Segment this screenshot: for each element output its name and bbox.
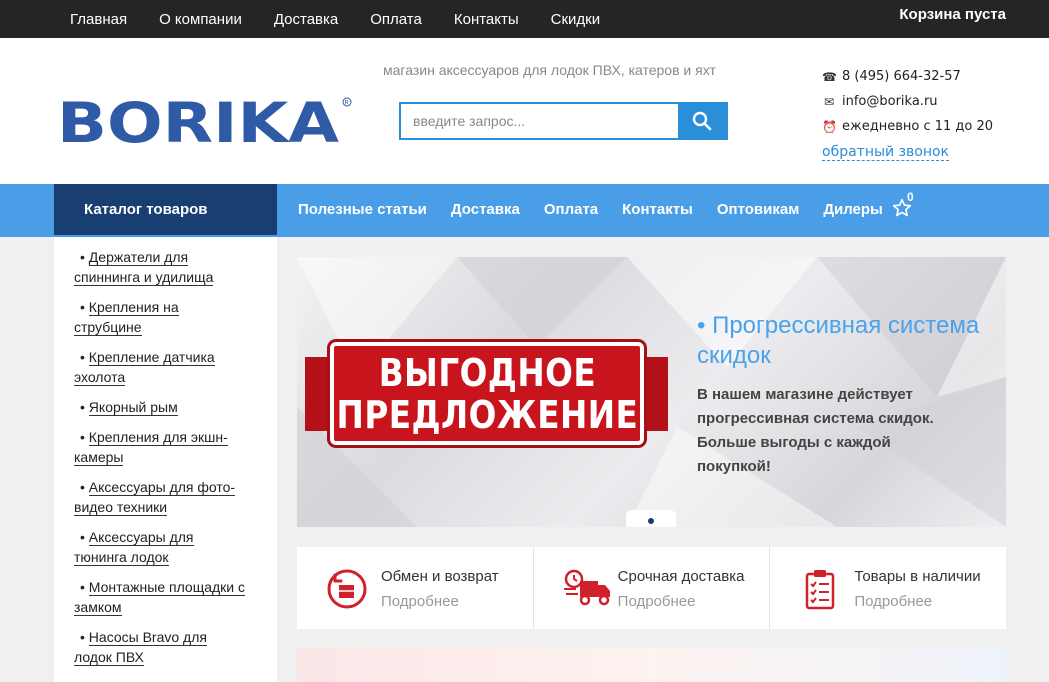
feature-title: Срочная доставка bbox=[617, 568, 745, 585]
catalog-item-link[interactable]: Аксессуары для фото- bbox=[88, 479, 236, 496]
catalog-item-link[interactable]: камеры bbox=[74, 449, 124, 466]
badge-line-2: ПРЕДЛОЖЕНИЕ bbox=[336, 392, 638, 437]
contact-info: ☎ 8 (495) 664-32-57 ✉ info@borika.ru ⏰ е… bbox=[822, 64, 993, 164]
catalog-button[interactable]: Каталог товаров bbox=[54, 184, 277, 235]
catalog-item-link[interactable]: Крепления для экшн- bbox=[88, 429, 228, 446]
callback-link[interactable]: обратный звонок bbox=[822, 144, 950, 161]
top-nav: Главная О компании Доставка Оплата Конта… bbox=[54, 0, 616, 38]
main-nav: Каталог товаров Полезные статьи Доставка… bbox=[0, 184, 1049, 237]
slider-dot-active[interactable] bbox=[648, 518, 654, 524]
search-form bbox=[399, 102, 728, 140]
phone-number[interactable]: 8 (495) 664-32-57 bbox=[842, 69, 961, 84]
main-nav-links: Полезные статьи Доставка Оплата Контакты… bbox=[286, 184, 895, 235]
feature-in-stock[interactable]: Товары в наличии Подробнее bbox=[769, 547, 1006, 629]
catalog-item[interactable]: • Держатели для спиннинга и удилища bbox=[74, 247, 277, 287]
borika-logo-image: BORIKA R bbox=[57, 91, 352, 155]
top-nav-payment[interactable]: Оплата bbox=[370, 11, 422, 28]
catalog-item-link[interactable]: струбцине bbox=[74, 319, 142, 336]
catalog-item-link[interactable]: тюнинга лодок bbox=[74, 549, 169, 566]
callback-row: обратный звонок bbox=[822, 139, 993, 164]
banner-text: В нашем магазине действует прогрессивная… bbox=[697, 386, 934, 475]
top-bar: Главная О компании Доставка Оплата Конта… bbox=[0, 0, 1049, 38]
feature-more-link[interactable]: Подробнее bbox=[854, 593, 932, 610]
catalog-item-link[interactable]: Аксессуары для bbox=[88, 529, 194, 546]
catalog-item-link[interactable]: Крепления на bbox=[88, 299, 179, 316]
feature-urgent-delivery[interactable]: Срочная доставка Подробнее bbox=[532, 547, 770, 629]
top-nav-about[interactable]: О компании bbox=[159, 11, 242, 28]
nav-payment[interactable]: Оплата bbox=[544, 201, 598, 218]
catalog-item[interactable]: • Крепление датчика эхолота bbox=[74, 347, 277, 387]
catalog-item[interactable]: • Крепления на струбцине bbox=[74, 297, 277, 337]
phone-icon: ☎ bbox=[822, 69, 837, 84]
catalog-item-link[interactable]: замком bbox=[74, 599, 122, 616]
search-icon bbox=[692, 111, 712, 131]
catalog-item-link[interactable]: видео техники bbox=[74, 499, 168, 516]
search-input[interactable] bbox=[401, 104, 678, 138]
nav-articles[interactable]: Полезные статьи bbox=[298, 201, 427, 218]
catalog-item-link[interactable]: спиннинга и удилища bbox=[74, 269, 214, 286]
catalog-item[interactable]: • Насосы Bravo для лодок ПВХ bbox=[74, 627, 277, 667]
search-button[interactable] bbox=[678, 104, 726, 138]
email-link[interactable]: info@borika.ru bbox=[842, 94, 938, 109]
site-header: BORIKA R магазин аксессуаров для лодок П… bbox=[0, 38, 1049, 184]
features-strip: Обмен и возврат Подробнее Срочная достав… bbox=[297, 547, 1006, 629]
clipboard-checklist-icon bbox=[806, 570, 835, 610]
alarm-clock-icon: ⏰ bbox=[822, 119, 837, 134]
feature-title: Товары в наличии bbox=[854, 568, 981, 585]
catalog-item[interactable]: • Якорный рым bbox=[80, 397, 277, 417]
logo-text: BORIKA bbox=[57, 96, 340, 146]
catalog-item[interactable]: • Аксессуары для фото-видео техники bbox=[74, 477, 277, 517]
envelope-icon: ✉ bbox=[823, 94, 835, 109]
slider-pagination bbox=[626, 510, 676, 527]
feature-exchange-return[interactable]: Обмен и возврат Подробнее bbox=[297, 547, 533, 629]
working-hours: ежедневно с 11 до 20 bbox=[842, 119, 994, 134]
catalog-item[interactable]: • Монтажные площадки с замком bbox=[74, 577, 277, 617]
svg-text:R: R bbox=[345, 100, 349, 107]
feature-title: Обмен и возврат bbox=[381, 568, 499, 585]
next-banner-edge bbox=[297, 648, 1006, 682]
top-nav-discounts[interactable]: Скидки bbox=[551, 11, 600, 28]
top-nav-home[interactable]: Главная bbox=[70, 11, 127, 28]
nav-delivery[interactable]: Доставка bbox=[451, 201, 520, 218]
catalog-item[interactable]: • Крепления для экшн-камеры bbox=[74, 427, 277, 467]
badge-line-1: ВЫГОДНОЕ bbox=[378, 350, 596, 395]
cart-status[interactable]: Корзина пуста bbox=[899, 0, 1006, 38]
catalog-item-link[interactable]: Монтажные площадки с bbox=[88, 579, 246, 596]
top-nav-contacts[interactable]: Контакты bbox=[454, 11, 519, 28]
return-box-icon bbox=[327, 569, 367, 609]
feature-more-link[interactable]: Подробнее bbox=[381, 593, 459, 610]
phone-row: ☎ 8 (495) 664-32-57 bbox=[822, 64, 993, 89]
nav-dealers[interactable]: Дилеры bbox=[823, 201, 883, 218]
catalog-item-link[interactable]: Насосы Bravo для bbox=[88, 629, 207, 646]
nav-wholesale[interactable]: Оптовикам bbox=[717, 201, 799, 218]
best-offer-badge: ВЫГОДНОЕ ПРЕДЛОЖЕНИЕ bbox=[330, 342, 644, 445]
banner-title: • Прогрессивная система скидок bbox=[697, 312, 980, 369]
catalog-item-link[interactable]: эхолота bbox=[74, 369, 126, 386]
hours-row: ⏰ ежедневно с 11 до 20 bbox=[822, 114, 993, 139]
site-logo[interactable]: BORIKA R bbox=[57, 91, 353, 155]
top-nav-delivery[interactable]: Доставка bbox=[274, 11, 338, 28]
catalog-item-link[interactable]: Якорный рым bbox=[88, 399, 178, 416]
catalog-item-link[interactable]: Держатели для bbox=[88, 249, 189, 266]
delivery-truck-icon bbox=[563, 569, 610, 606]
site-tagline: магазин аксессуаров для лодок ПВХ, катер… bbox=[383, 62, 716, 78]
nav-contacts[interactable]: Контакты bbox=[622, 201, 693, 218]
catalog-item-link[interactable]: лодок ПВХ bbox=[74, 649, 144, 666]
favorites-count: 0 bbox=[907, 190, 914, 204]
feature-more-link[interactable]: Подробнее bbox=[618, 593, 696, 610]
catalog-item-link[interactable]: Крепление датчика bbox=[88, 349, 215, 366]
email-row: ✉ info@borika.ru bbox=[822, 89, 993, 114]
catalog-sidebar: • Держатели для спиннинга и удилища • Кре… bbox=[54, 237, 277, 682]
catalog-item[interactable]: • Аксессуары для тюнинга лодок bbox=[74, 527, 277, 567]
catalog-list: • Держатели для спиннинга и удилища • Кре… bbox=[54, 237, 277, 667]
promo-banner[interactable]: ВЫГОДНОЕ ПРЕДЛОЖЕНИЕ • Прогрессивная сис… bbox=[297, 257, 1006, 527]
